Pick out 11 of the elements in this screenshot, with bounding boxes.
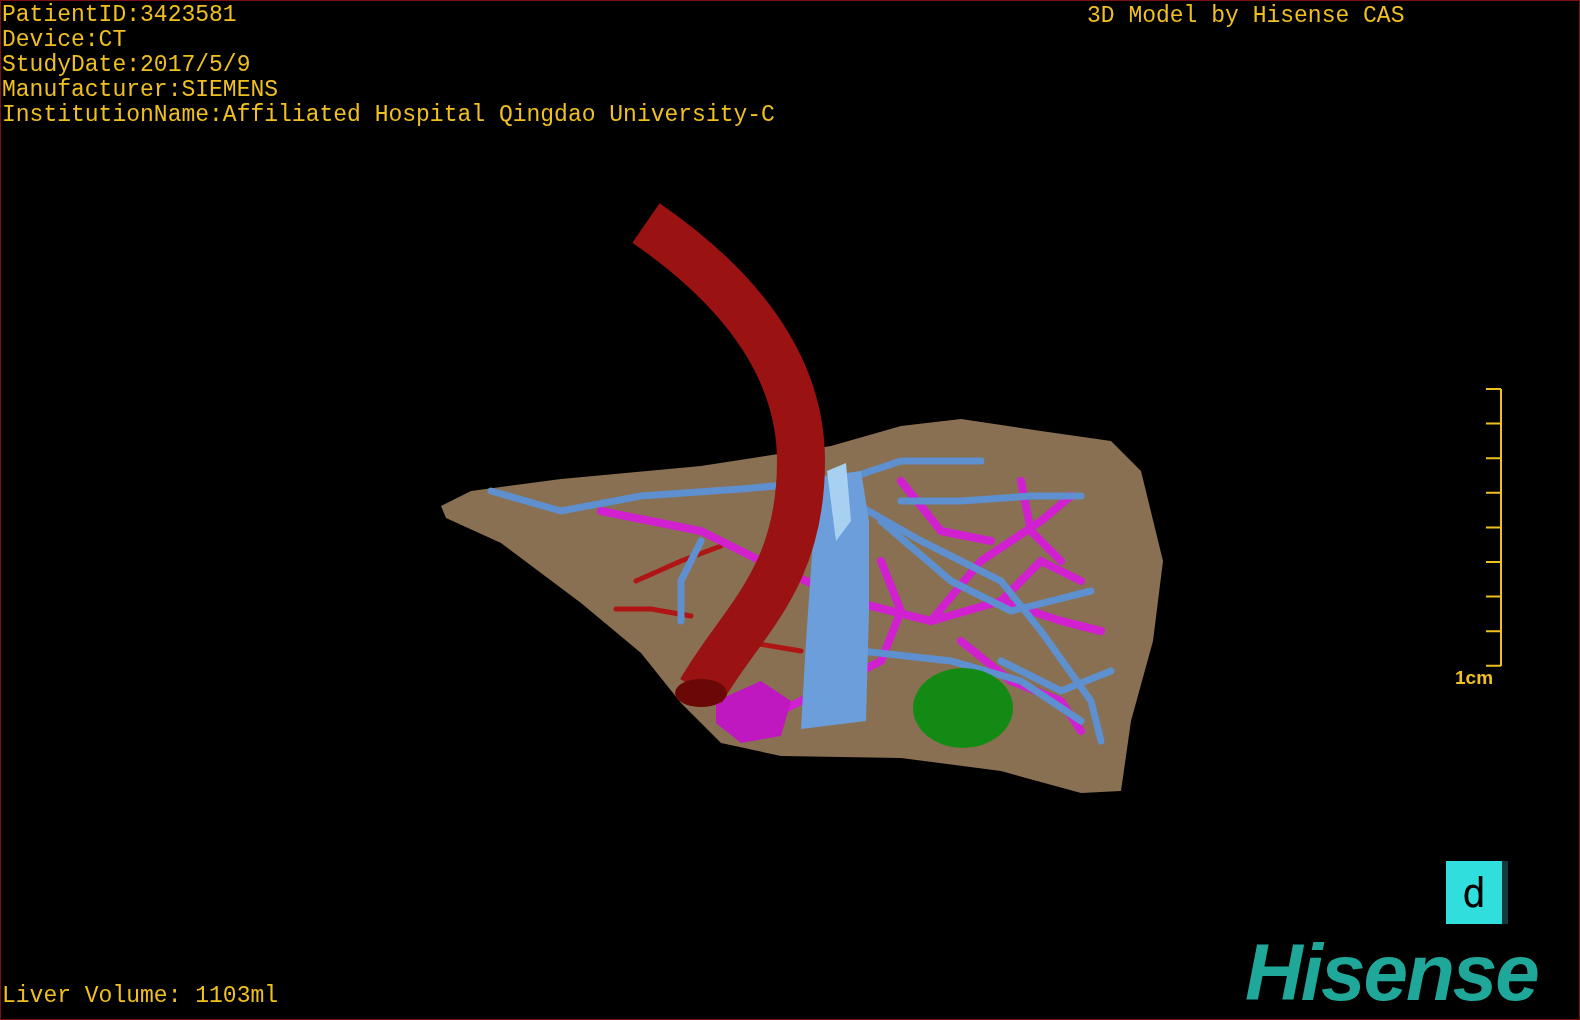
patient-info-line: Manufacturer:SIEMENS bbox=[2, 78, 280, 103]
liver-volume-label: Liver Volume: 1103ml bbox=[2, 984, 279, 1009]
patient-info-line: StudyDate:2017/5/9 bbox=[2, 53, 252, 78]
view-button[interactable]: d bbox=[1446, 861, 1508, 924]
liver-model-drawing[interactable] bbox=[441, 203, 1163, 793]
scale-label: 1cm bbox=[1455, 667, 1494, 689]
model-credit: 3D Model by Hisense CAS bbox=[1087, 4, 1405, 29]
patient-info-line: Device:CT bbox=[2, 28, 128, 53]
patient-info-line: PatientID:3423581 bbox=[2, 3, 238, 28]
brand-logo: Hisense bbox=[1245, 933, 1538, 1013]
patient-info-line: InstitutionName:Affiliated Hospital Qingdao University-C bbox=[2, 103, 775, 128]
